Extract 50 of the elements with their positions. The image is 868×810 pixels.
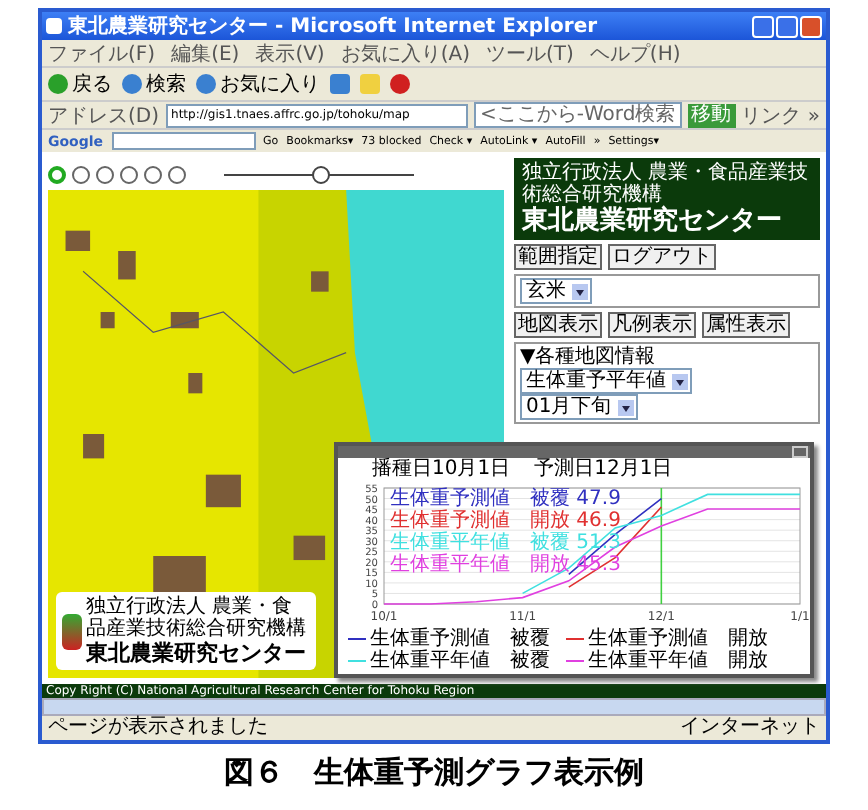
maximize-button[interactable]: [776, 15, 798, 37]
chart-heading: 播種日10月1日: [372, 458, 511, 480]
organization-name: 東北農業研究センター: [86, 640, 308, 666]
legend-value: 生体重予測値 被覆 47.9: [390, 488, 621, 510]
crop-select[interactable]: 玄米: [520, 278, 592, 304]
google-search-field[interactable]: [111, 132, 256, 150]
slider-thumb[interactable]: [311, 165, 329, 183]
figure-caption: 図６ 生体重予測グラフ表示例: [224, 754, 644, 792]
legend-value: 生体重予測値 開放 46.9: [390, 510, 621, 532]
organization-text: 独立行政法人 農業・食品産業技術総合研究機構: [522, 162, 811, 206]
menu-item[interactable]: 表示(V): [255, 39, 325, 67]
dropdown-arrow-icon[interactable]: [572, 283, 588, 299]
tree-logo-icon: [62, 613, 82, 649]
organization-text: 独立行政法人 農業・食品産業技術総合研究機構: [86, 596, 308, 640]
close-icon[interactable]: [792, 446, 808, 458]
links-label[interactable]: リンク »: [741, 101, 820, 129]
menu-item[interactable]: ファイル(F): [48, 39, 156, 67]
zone-text: インターネット: [680, 716, 820, 740]
menu-item[interactable]: ヘルプ(H): [589, 39, 681, 67]
panel-button[interactable]: 範囲指定: [514, 244, 602, 270]
menu-item[interactable]: 編集(E): [171, 39, 240, 67]
window-title: 東北農業研究センター - Microsoft Internet Explorer: [68, 13, 598, 40]
legend-label: 生体重予測値 被覆: [370, 628, 550, 650]
search-field[interactable]: <ここから-Word検索: [474, 102, 682, 128]
minimize-button[interactable]: [752, 15, 774, 37]
legend-label: 生体重予測値 開放: [588, 628, 768, 650]
menu-item[interactable]: お気に入り(A): [340, 39, 470, 67]
toolbar-button[interactable]: 検索: [122, 70, 186, 98]
dropdown-arrow-icon[interactable]: [617, 399, 634, 415]
address-label: アドレス(D): [48, 103, 160, 129]
toolbar-button[interactable]: 戻る: [48, 70, 112, 98]
close-button[interactable]: [800, 15, 822, 37]
select-field[interactable]: 01月下旬: [520, 394, 638, 420]
legend-label: 生体重平年値 開放: [588, 650, 768, 672]
menu-item[interactable]: ツール(T): [486, 39, 574, 67]
dropdown-arrow-icon[interactable]: [672, 373, 688, 389]
panel-button[interactable]: ログアウト: [608, 244, 716, 270]
go-button[interactable]: 移動: [687, 103, 736, 127]
organization-name: 東北農業研究センター: [522, 206, 784, 236]
panel-button[interactable]: 凡例表示: [608, 312, 696, 338]
horizontal-scrollbar[interactable]: [42, 698, 826, 716]
toolbar-button[interactable]: お気に入り: [196, 70, 320, 98]
select-field[interactable]: 生体重予平年値: [520, 368, 692, 394]
status-text: ページが表示されました: [48, 716, 268, 740]
info-title[interactable]: ▼各種地図情報: [520, 346, 656, 368]
chart-heading: 予測日12月1日: [534, 458, 673, 480]
legend-label: 生体重平年値 被覆: [370, 650, 550, 672]
panel-button[interactable]: 地図表示: [514, 312, 602, 338]
date-marker-line: [660, 487, 663, 605]
panel-button[interactable]: 属性表示: [702, 312, 790, 338]
